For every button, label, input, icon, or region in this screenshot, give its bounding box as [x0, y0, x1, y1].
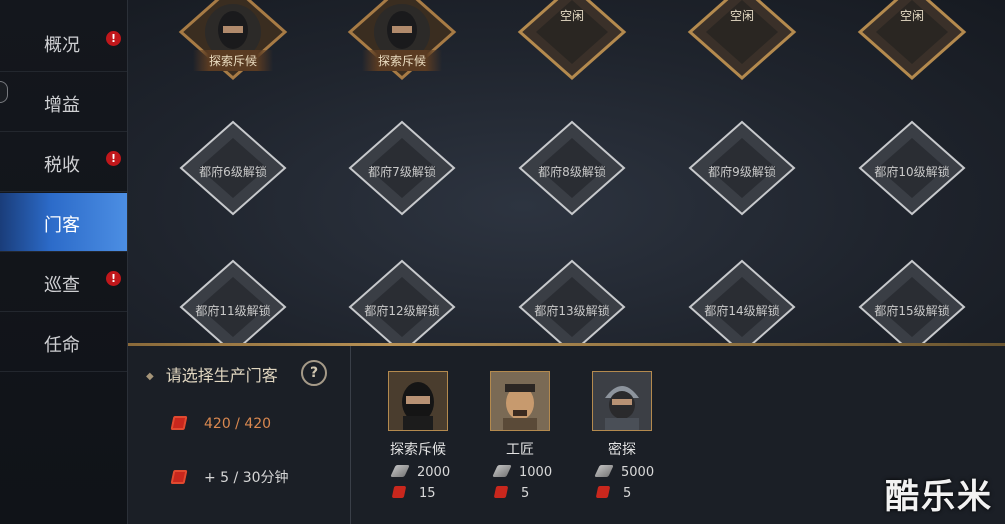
craftsman-portrait[interactable]: [490, 371, 550, 431]
silk-icon: [594, 465, 614, 477]
scroll-cost: 5: [591, 486, 653, 501]
unlock-requirement-label: 都府14级解锁: [704, 304, 780, 318]
locked-slot[interactable]: 都府7级解锁: [342, 118, 462, 228]
retainer-slot[interactable]: 空闲: [682, 0, 802, 92]
craftsman-avatar-icon: [491, 372, 549, 430]
unlock-requirement-label: 都府12级解锁: [364, 304, 440, 318]
locked-slot[interactable]: 都府10级解锁: [852, 118, 972, 228]
unlock-requirement-label: 都府13级解锁: [534, 304, 610, 318]
scroll-cost-value: 15: [419, 486, 436, 501]
sidebar: 概况 ! 增益 税收 ! 门客 巡查 ! 任命: [0, 0, 128, 524]
silk-icon: [492, 465, 512, 477]
capacity-value: 420 / 420: [204, 416, 272, 432]
slot-status-label: 探索斥候: [361, 50, 443, 71]
retainer-slot-grid: 探索斥候 探索斥候 空闲 空闲 空闲 都府6级解锁 都府7级解锁 都府8级解锁 …: [128, 0, 1005, 355]
scroll-icon: [595, 486, 611, 498]
unlock-requirement-label: 都府10级解锁: [874, 165, 950, 179]
scroll-cost: 15: [387, 486, 449, 501]
guest-name: 密探: [608, 442, 636, 458]
scroll-icon: [391, 486, 407, 498]
slot-status-label: 空闲: [899, 9, 925, 23]
locked-slot[interactable]: 都府6级解锁: [173, 118, 293, 228]
guest-option-spy[interactable]: 密探 5000 5: [591, 371, 655, 501]
unlock-requirement-label: 都府7级解锁: [368, 165, 436, 179]
silk-cost: 2000: [387, 465, 451, 480]
slot-status-label: 空闲: [559, 9, 585, 23]
sidebar-item-label: 增益: [44, 95, 80, 116]
sidebar-item-patrol[interactable]: 巡查 !: [0, 253, 127, 312]
production-panel: ◆ 请选择生产门客 ? 420 / 420 + 5 / 30分钟 探索斥候 200…: [128, 346, 1005, 524]
silk-cost-value: 2000: [417, 465, 451, 480]
unlock-requirement-label: 都府15级解锁: [874, 304, 950, 318]
scroll-icon: [170, 416, 188, 430]
silk-cost: 5000: [591, 465, 655, 480]
production-rate: + 5 / 30分钟: [204, 470, 289, 486]
locked-slot[interactable]: 都府8级解锁: [512, 118, 632, 228]
sidebar-item-label: 概况: [44, 35, 80, 56]
rate-row: + 5 / 30分钟: [170, 467, 289, 487]
retainer-slot[interactable]: 探索斥候: [173, 0, 293, 92]
capacity-row: 420 / 420: [170, 416, 272, 432]
guest-name: 工匠: [506, 442, 534, 458]
scout-portrait[interactable]: [388, 371, 448, 431]
sidebar-item-buff[interactable]: 增益: [0, 73, 127, 132]
slot-status-label: 空闲: [729, 9, 755, 23]
help-button[interactable]: ?: [301, 360, 327, 386]
panel-title: ◆ 请选择生产门客: [146, 362, 278, 386]
retainer-slot[interactable]: 探索斥候: [342, 0, 462, 92]
production-summary: ◆ 请选择生产门客 ? 420 / 420 + 5 / 30分钟: [128, 346, 351, 524]
sidebar-item-tax[interactable]: 税收 !: [0, 133, 127, 192]
helmeted-spy-avatar-icon: [593, 372, 651, 430]
retainer-slot[interactable]: 空闲: [852, 0, 972, 92]
alert-badge-icon: !: [106, 31, 121, 46]
scroll-cost-value: 5: [623, 486, 632, 501]
spy-portrait[interactable]: [592, 371, 652, 431]
silk-cost: 1000: [489, 465, 553, 480]
locked-slot[interactable]: 都府9级解锁: [682, 118, 802, 228]
sidebar-item-overview[interactable]: 概况 !: [0, 13, 127, 72]
bullet-icon: ◆: [146, 371, 154, 382]
watermark: 酷乐米: [885, 477, 993, 517]
sidebar-item-label: 门客: [44, 215, 80, 236]
sidebar-item-appoint[interactable]: 任命: [0, 313, 127, 372]
scroll-icon: [493, 486, 509, 498]
slot-status-label: 探索斥候: [192, 50, 274, 71]
unlock-requirement-label: 都府8级解锁: [538, 165, 606, 179]
masked-scout-avatar-icon: [389, 372, 447, 430]
scroll-cost: 5: [489, 486, 551, 501]
occupied-slot-frame-icon: [178, 0, 288, 81]
panel-title-text: 请选择生产门客: [165, 366, 278, 385]
sidebar-item-label: 税收: [44, 155, 80, 176]
silk-icon: [390, 465, 410, 477]
guest-option-craftsman[interactable]: 工匠 1000 5: [489, 371, 553, 501]
guest-name: 探索斥候: [390, 442, 446, 458]
scroll-icon: [170, 470, 188, 484]
unlock-requirement-label: 都府11级解锁: [195, 304, 271, 318]
occupied-slot-frame-icon: [347, 0, 457, 81]
scroll-cost-value: 5: [521, 486, 530, 501]
unlock-requirement-label: 都府6级解锁: [199, 165, 267, 179]
retainer-slot[interactable]: 空闲: [512, 0, 632, 92]
silk-cost-value: 1000: [519, 465, 553, 480]
sidebar-item-retainers[interactable]: 门客: [0, 193, 127, 252]
sidebar-item-label: 任命: [44, 335, 80, 356]
alert-badge-icon: !: [106, 271, 121, 286]
unlock-requirement-label: 都府9级解锁: [708, 165, 776, 179]
guest-option-scout[interactable]: 探索斥候 2000 15: [387, 371, 451, 501]
silk-cost-value: 5000: [621, 465, 655, 480]
sidebar-item-label: 巡查: [44, 275, 80, 296]
alert-badge-icon: !: [106, 151, 121, 166]
